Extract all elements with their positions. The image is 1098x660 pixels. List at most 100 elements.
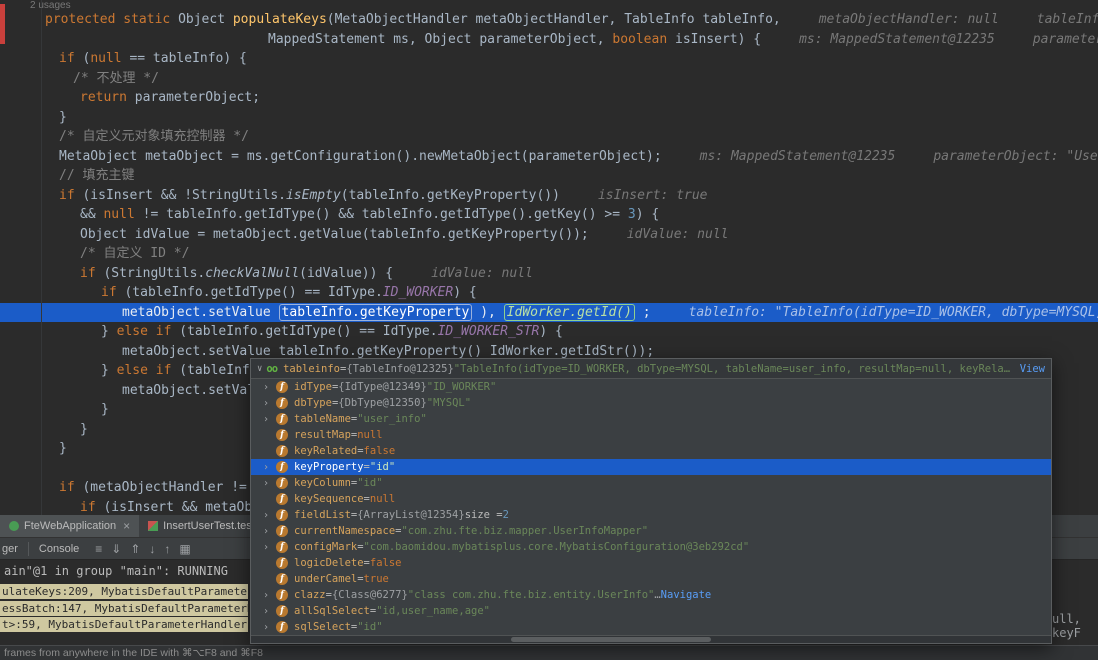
code-token: /* 自定义 ID */ xyxy=(80,246,189,261)
variable-row-fieldList[interactable]: ›ffieldList = {ArrayList@12354} size = 2 xyxy=(251,507,1051,523)
variable-row-configMark[interactable]: ›fconfigMark = "com.baomidou.mybatisplus… xyxy=(251,539,1051,555)
expand-chevron-icon[interactable]: › xyxy=(263,590,276,601)
code-line[interactable]: MappedStatement ms, Object parameterObje… xyxy=(0,30,1098,50)
close-icon[interactable]: × xyxy=(123,519,130,533)
variable-row-allSqlSelect[interactable]: ›fallSqlSelect = "id,user_name,age" xyxy=(251,603,1051,619)
code-line[interactable]: // 填充主键 xyxy=(0,166,1098,186)
expand-chevron-icon[interactable]: › xyxy=(263,622,276,633)
code-token: metaObject.setValue xyxy=(122,305,279,320)
code-line[interactable]: Object idValue = metaObject.getValue(tab… xyxy=(0,225,1098,245)
tab-ftewebapplication[interactable]: FteWebApplication × xyxy=(0,515,139,537)
code-line[interactable]: /* 不处理 */ xyxy=(0,69,1098,89)
variable-row-logicDelete[interactable]: flogicDelete = false xyxy=(251,555,1051,571)
scroll-to-top-icon[interactable]: ⇑ xyxy=(130,542,140,556)
expand-chevron-icon[interactable]: › xyxy=(263,462,276,473)
code-token: /* 不处理 */ xyxy=(73,71,159,86)
code-token: (isInsert && !StringUtils. xyxy=(82,188,286,203)
field-icon: f xyxy=(276,461,288,473)
frames-list: ulateKeys:209, MybatisDefaultParameterHa… xyxy=(0,584,248,634)
code-token: if xyxy=(80,500,103,515)
expand-chevron-icon[interactable]: › xyxy=(263,414,276,425)
variable-name: clazz xyxy=(294,589,326,601)
variable-row-keyProperty[interactable]: ›fkeyProperty = "id" xyxy=(251,459,1051,475)
code-token: MappedStatement ms, Object parameterObje… xyxy=(268,32,612,47)
variable-row-sqlSelect[interactable]: ›fsqlSelect = "id" xyxy=(251,619,1051,635)
expand-chevron-icon[interactable]: › xyxy=(263,606,276,617)
variable-row-keyRelated[interactable]: fkeyRelated = false xyxy=(251,443,1051,459)
code-token: isInsert) { xyxy=(667,32,761,47)
field-icon: f xyxy=(276,445,288,457)
scrollbar-thumb[interactable] xyxy=(511,637,711,642)
breakpoint-marker[interactable] xyxy=(0,4,5,44)
step-up-icon[interactable]: ↑ xyxy=(164,542,170,556)
variable-name: underCamel xyxy=(294,573,357,585)
code-token: == tableInfo) { xyxy=(122,51,247,66)
variable-row-idType[interactable]: ›fidType = {IdType@12349} "ID_WORKER" xyxy=(251,379,1051,395)
navigate-link[interactable]: Navigate xyxy=(661,589,712,601)
expand-chevron-icon[interactable]: › xyxy=(263,542,276,553)
view-link[interactable]: View xyxy=(1020,363,1045,375)
code-line[interactable]: if (StringUtils.checkValNull(idValue)) {… xyxy=(0,264,1098,284)
variable-row-keySequence[interactable]: fkeySequence = null xyxy=(251,491,1051,507)
debugger-inline-hint: ms: MappedStatement@12235 xyxy=(700,149,896,164)
code-line[interactable]: } else if (tableInfo.getIdType() == IdTy… xyxy=(0,322,1098,342)
code-line[interactable]: return parameterObject; xyxy=(0,88,1098,108)
stack-frame-row[interactable]: essBatch:147, MybatisDefaultParameterHan… xyxy=(0,601,248,616)
variable-value: "id,user_name,age" xyxy=(376,605,490,617)
code-line[interactable]: if (isInsert && !StringUtils.isEmpty(tab… xyxy=(0,186,1098,206)
variable-row-underCamel[interactable]: funderCamel = true xyxy=(251,571,1051,587)
variable-row-dbType[interactable]: ›fdbType = {DbType@12350} "MYSQL" xyxy=(251,395,1051,411)
usages-hint[interactable]: 2 usages xyxy=(30,0,71,11)
variable-value: null xyxy=(357,429,382,441)
code-token: else if xyxy=(117,363,180,378)
code-line[interactable]: protected static Object populateKeys(Met… xyxy=(0,10,1098,30)
console-tab-label[interactable]: Console xyxy=(39,543,79,555)
code-token: (idValue)) { xyxy=(299,266,393,281)
code-line[interactable]: /* 自定义 ID */ xyxy=(0,244,1098,264)
expand-chevron-icon[interactable]: › xyxy=(263,478,276,489)
variable-name: fieldList xyxy=(294,509,351,521)
view-options-icon[interactable]: ≡ xyxy=(95,542,102,556)
expand-chevron-icon[interactable]: › xyxy=(263,398,276,409)
tab-insertusertest[interactable]: InsertUserTest.test xyxy=(139,515,264,537)
junit-test-icon xyxy=(148,521,158,531)
code-line[interactable]: && null != tableInfo.getIdType() && tabl… xyxy=(0,205,1098,225)
code-line[interactable]: metaObject.setValue tableInfo.getKeyProp… xyxy=(0,303,1098,323)
popup-horizontal-scrollbar[interactable] xyxy=(251,635,1051,643)
ide-window: 2 usages protected static Object populat… xyxy=(0,0,1098,660)
expand-chevron-icon[interactable]: › xyxy=(263,510,276,521)
variable-value: "id" xyxy=(370,461,395,473)
code-line[interactable]: /* 自定义元对象填充控制器 */ xyxy=(0,127,1098,147)
variable-name: keyColumn xyxy=(294,477,351,489)
code-token: null xyxy=(103,207,134,222)
variable-row-tableName[interactable]: ›ftableName = "user_info" xyxy=(251,411,1051,427)
toolbar-icons: ≡ ⇓ ⇑ ↓ ↑ ▦ xyxy=(95,542,190,556)
debugger-inspect-popup[interactable]: ∨ oo tableinfo = {TableInfo@12325} "Tabl… xyxy=(250,358,1052,644)
code-token: (tableInfo.getKeyProperty()) xyxy=(341,188,560,203)
variable-name: idType xyxy=(294,381,332,393)
code-line[interactable]: } xyxy=(0,108,1098,128)
variable-row-resultMap[interactable]: fresultMap = null xyxy=(251,427,1051,443)
variable-row-clazz[interactable]: ›fclazz = {Class@6277} "class com.zhu.ft… xyxy=(251,587,1051,603)
debugger-inline-hint: tableInfo: "TableInfo(idType=ID_WORKER, … xyxy=(689,305,1098,320)
code-line[interactable]: if (tableInfo.getIdType() == IdType.ID_W… xyxy=(0,283,1098,303)
code-line[interactable]: MetaObject metaObject = ms.getConfigurat… xyxy=(0,147,1098,167)
variable-row-keyColumn[interactable]: ›fkeyColumn = "id" xyxy=(251,475,1051,491)
variable-name: allSqlSelect xyxy=(294,605,370,617)
code-token: (StringUtils. xyxy=(103,266,205,281)
step-down-icon[interactable]: ↓ xyxy=(149,542,155,556)
debugger-tab-label[interactable]: ger xyxy=(2,543,18,555)
field-icon: f xyxy=(276,477,288,489)
code-line[interactable]: if (null == tableInfo) { xyxy=(0,49,1098,69)
scroll-to-bottom-icon[interactable]: ⇓ xyxy=(111,542,121,556)
expand-chevron-icon[interactable]: › xyxy=(263,382,276,393)
expand-chevron-icon[interactable]: › xyxy=(263,526,276,537)
stack-frame-row[interactable]: t>:59, MybatisDefaultParameterHandler (c… xyxy=(0,617,248,632)
code-token: ) { xyxy=(539,324,562,339)
stack-frame-row[interactable]: ulateKeys:209, MybatisDefaultParameterHa… xyxy=(0,584,248,599)
collapse-chevron-icon[interactable]: ∨ xyxy=(257,364,262,374)
variable-name: logicDelete xyxy=(294,557,364,569)
clear-all-icon[interactable]: ▦ xyxy=(179,542,190,556)
popup-header-row[interactable]: ∨ oo tableinfo = {TableInfo@12325} "Tabl… xyxy=(251,359,1051,379)
variable-row-currentNamespace[interactable]: ›fcurrentNamespace = "com.zhu.fte.biz.ma… xyxy=(251,523,1051,539)
